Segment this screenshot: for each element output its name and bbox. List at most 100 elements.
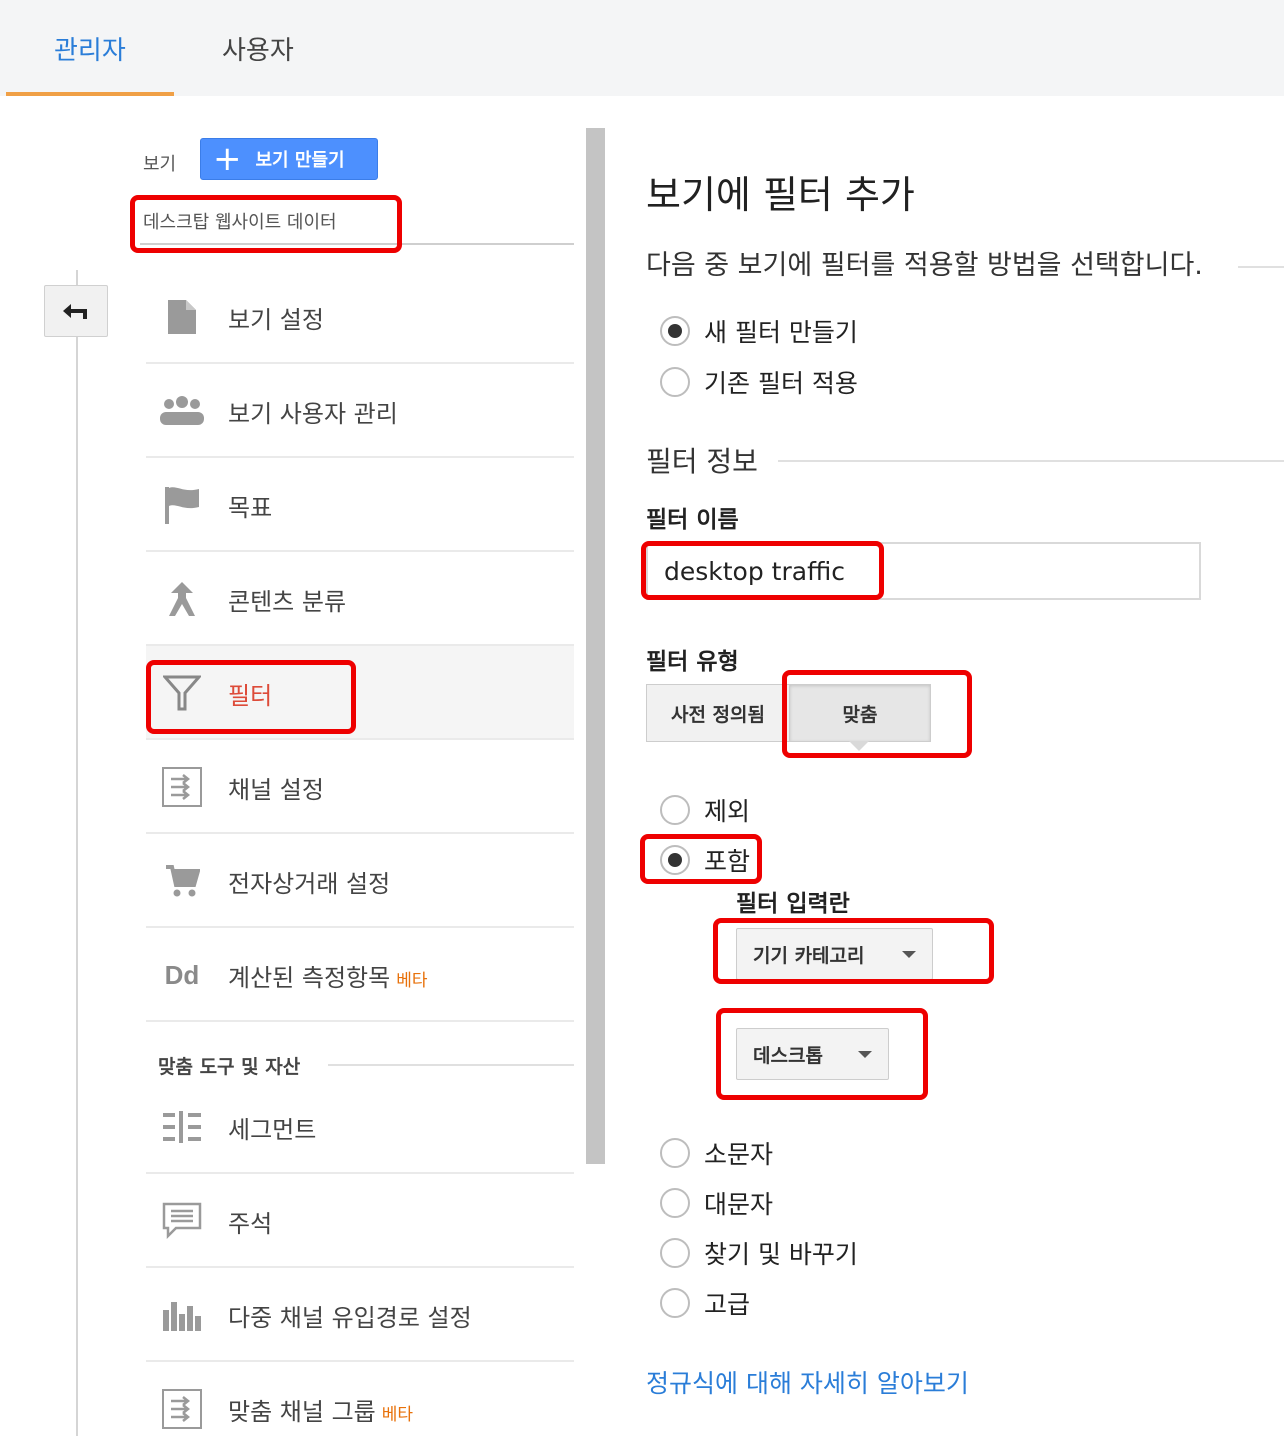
radio-label: 기존 필터 적용 <box>704 369 858 398</box>
sidebar-item-filters[interactable]: 필터 <box>146 646 574 740</box>
sidebar-item-mcf-settings[interactable]: 다중 채널 유입경로 설정 <box>146 1268 574 1362</box>
chevron-down-icon <box>902 951 916 958</box>
sidebar-item-label: 목표 <box>228 494 273 522</box>
radio-button[interactable] <box>660 1288 690 1318</box>
create-view-button-label: 보기 만들기 <box>255 150 345 171</box>
radio-label: 찾기 및 바꾸기 <box>704 1240 858 1269</box>
radio-label: 고급 <box>704 1290 751 1319</box>
radio-exclude[interactable]: 제외 <box>660 794 750 826</box>
radio-button[interactable] <box>660 1238 690 1268</box>
sidebar-item-custom-channel-grouping[interactable]: 맞춤 채널 그룹 베타 <box>146 1362 574 1436</box>
active-tab-indicator <box>6 92 174 96</box>
content-grouping-icon <box>158 577 206 621</box>
tab-admin[interactable]: 관리자 <box>54 30 126 67</box>
sidebar-item-label: 맞춤 채널 그룹 베타 <box>228 1392 413 1427</box>
section-heading-custom-tools: 맞춤 도구 및 자산 <box>158 1056 301 1078</box>
sidebar-item-segments[interactable]: 세그먼트 <box>146 1080 574 1174</box>
cart-icon <box>158 859 206 903</box>
radio-existing-filter[interactable]: 기존 필터 적용 <box>660 366 858 398</box>
sidebar-item-label: 다중 채널 유입경로 설정 <box>228 1304 472 1332</box>
sidebar-item-goals[interactable]: 목표 <box>146 458 574 552</box>
radio-button[interactable] <box>660 845 690 875</box>
regex-learn-more-link[interactable]: 정규식에 대해 자세히 알아보기 <box>646 1364 969 1400</box>
sidebar-item-label: 계산된 측정항목 베타 <box>228 958 427 993</box>
filter-pattern-value: 데스크톱 <box>753 1044 823 1067</box>
filter-info-divider <box>778 460 1284 462</box>
radio-label: 포함 <box>704 847 751 876</box>
filter-type-label: 필터 유형 <box>646 649 739 675</box>
radio-search-replace[interactable]: 찾기 및 바꾸기 <box>660 1237 858 1269</box>
beta-badge: 베타 <box>396 971 428 991</box>
calculated-metrics-label: 계산된 측정항목 <box>228 964 391 992</box>
sidebar-scrollbar[interactable] <box>586 128 605 1164</box>
filter-icon <box>158 671 206 715</box>
custom-channel-grouping-label: 맞춤 채널 그룹 <box>228 1398 376 1426</box>
radio-button[interactable] <box>660 316 690 346</box>
sidebar-item-user-management[interactable]: 보기 사용자 관리 <box>146 364 574 458</box>
radio-label: 소문자 <box>704 1140 774 1169</box>
radio-label: 제외 <box>704 797 751 826</box>
sidebar-item-view-settings[interactable]: 보기 설정 <box>146 270 574 364</box>
view-label: 보기 <box>143 154 177 175</box>
document-icon <box>158 295 206 339</box>
sidebar-item-label: 콘텐츠 분류 <box>228 588 347 616</box>
beta-badge: 베타 <box>381 1405 414 1425</box>
tab-user[interactable]: 사용자 <box>222 30 294 67</box>
subtitle-divider <box>1238 266 1284 268</box>
sidebar-item-label: 전자상거래 설정 <box>228 870 391 898</box>
page-subtitle: 다음 중 보기에 필터를 적용할 방법을 선택합니다. <box>646 250 1203 281</box>
sidebar-item-calculated-metrics[interactable]: Dd 계산된 측정항목 베타 <box>146 928 574 1022</box>
sidebar-item-label: 세그먼트 <box>228 1116 317 1144</box>
annotation-icon <box>158 1199 206 1243</box>
sidebar-item-channel-settings[interactable]: 채널 설정 <box>146 740 574 834</box>
channel-settings-icon <box>158 765 206 809</box>
plus-icon: + <box>213 139 242 179</box>
filter-pattern-dropdown[interactable]: 데스크톱 <box>736 1028 889 1080</box>
create-view-button[interactable]: + 보기 만들기 <box>200 138 378 180</box>
filter-info-heading: 필터 정보 <box>646 445 758 478</box>
page-title: 보기에 필터 추가 <box>646 173 915 217</box>
sidebar-item-label: 채널 설정 <box>228 776 324 804</box>
segments-icon <box>158 1105 206 1149</box>
sidebar-guide-line <box>76 270 78 1436</box>
people-icon <box>158 389 206 433</box>
radio-button[interactable] <box>660 795 690 825</box>
section-divider <box>328 1064 574 1066</box>
sidebar-item-ecommerce[interactable]: 전자상거래 설정 <box>146 834 574 928</box>
top-tab-bar: 관리자 사용자 <box>0 0 1284 96</box>
back-arrow-icon <box>63 304 87 319</box>
filter-name-input[interactable] <box>646 542 1201 600</box>
radio-button[interactable] <box>660 1188 690 1218</box>
chevron-down-icon <box>858 1051 872 1058</box>
custom-filter-button[interactable]: 맞춤 <box>789 684 931 742</box>
flag-icon <box>158 483 206 527</box>
radio-selected-dot <box>668 853 682 867</box>
sidebar-item-annotations[interactable]: 주석 <box>146 1174 574 1268</box>
channel-settings-icon <box>158 1387 206 1431</box>
radio-label: 대문자 <box>704 1190 774 1219</box>
back-button[interactable] <box>44 285 108 337</box>
filter-field-label: 필터 입력란 <box>736 891 850 917</box>
dd-icon: Dd <box>164 959 200 990</box>
view-selector[interactable]: 데스크탑 웹사이트 데이터 <box>143 208 337 234</box>
filter-field-dropdown[interactable]: 기기 카테고리 <box>736 928 933 980</box>
sidebar-item-label: 주석 <box>228 1210 273 1238</box>
view-selector-underline <box>140 243 574 245</box>
filter-field-value: 기기 카테고리 <box>753 944 865 967</box>
bar-chart-icon <box>158 1293 206 1337</box>
radio-label: 새 필터 만들기 <box>704 318 858 347</box>
radio-selected-dot <box>668 324 682 338</box>
sidebar-item-label: 필터 <box>228 682 273 710</box>
radio-button[interactable] <box>660 367 690 397</box>
radio-advanced[interactable]: 고급 <box>660 1287 750 1319</box>
predefined-filter-button[interactable]: 사전 정의됨 <box>646 684 790 742</box>
selected-caret <box>849 741 869 751</box>
radio-button[interactable] <box>660 1138 690 1168</box>
radio-new-filter[interactable]: 새 필터 만들기 <box>660 315 858 347</box>
sidebar-item-content-grouping[interactable]: 콘텐츠 분류 <box>146 552 574 646</box>
radio-lowercase[interactable]: 소문자 <box>660 1137 773 1169</box>
radio-include[interactable]: 포함 <box>660 844 750 876</box>
radio-uppercase[interactable]: 대문자 <box>660 1187 773 1219</box>
sidebar-item-label: 보기 사용자 관리 <box>228 400 398 428</box>
sidebar-item-label: 보기 설정 <box>228 306 324 334</box>
